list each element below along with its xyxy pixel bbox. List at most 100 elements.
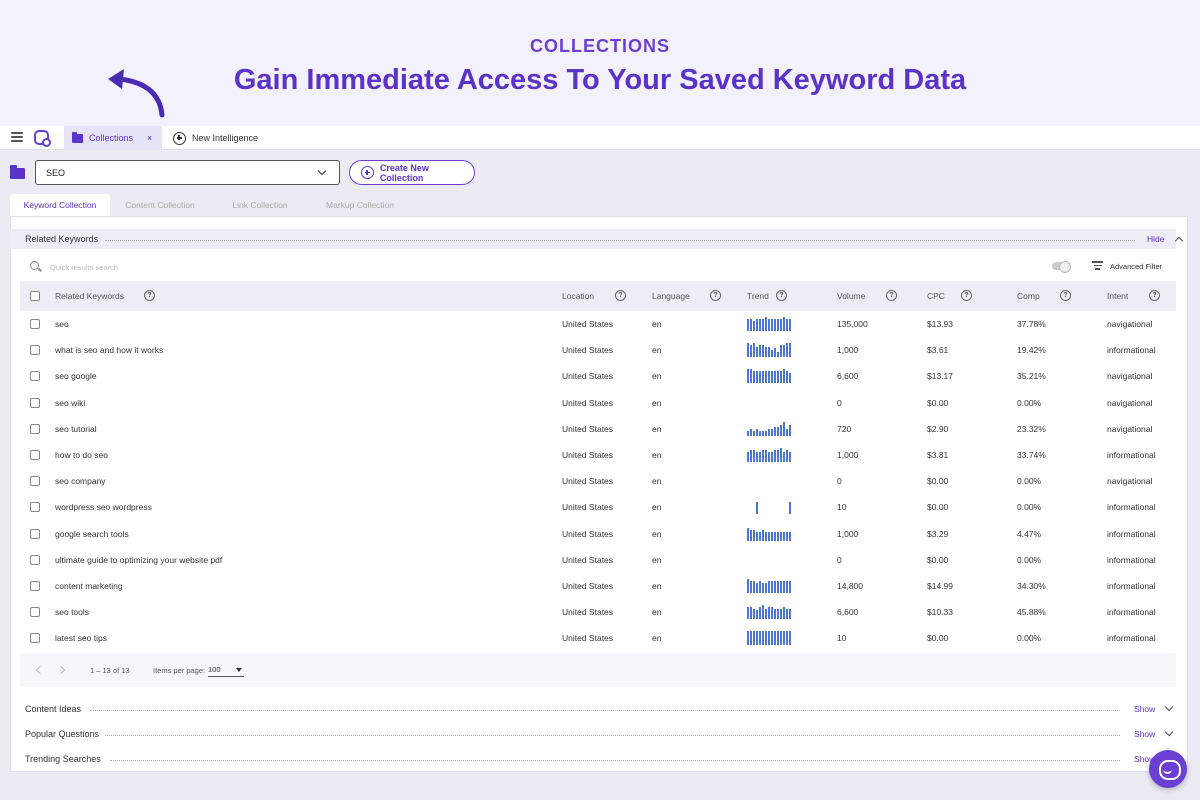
trend-bar [786, 428, 788, 436]
tab-keyword-collection[interactable]: Keyword Collection [10, 194, 110, 216]
table-row[interactable]: seo tools United States en 6,600 $10.33 45.88… [20, 599, 1176, 625]
trend-bar [759, 371, 761, 384]
trend-bar [768, 346, 770, 358]
row-checkbox[interactable] [30, 423, 40, 434]
row-checkbox[interactable] [30, 476, 40, 487]
table-row[interactable]: ultimate guide to optimizing your websit… [20, 547, 1176, 573]
chat-bubble-icon[interactable] [1149, 750, 1187, 788]
table-row[interactable]: content marketing United States en 14,800 $1… [20, 573, 1176, 599]
table-row[interactable]: latest seo tips United States en 10 $0.00 0.0… [20, 625, 1176, 651]
trend-bar [762, 605, 764, 620]
create-new-collection-button[interactable]: Create New Collection [349, 160, 475, 185]
trend-bar [765, 346, 767, 358]
column-header-cpc[interactable]: CPC [927, 291, 945, 301]
cell-location: United States [562, 607, 614, 618]
show-button[interactable]: Show [1134, 704, 1155, 714]
search-icon [30, 261, 39, 270]
help-icon[interactable]: ? [1060, 290, 1071, 301]
row-checkbox[interactable] [30, 450, 40, 460]
items-per-page-select[interactable]: 100 [208, 663, 244, 677]
column-header-volume[interactable]: Volume [837, 291, 865, 301]
row-checkbox[interactable] [30, 502, 40, 513]
hamburger-menu-icon[interactable] [11, 132, 23, 142]
table-row[interactable]: seo company United States en 0 $0.00 0.00% nav… [20, 468, 1176, 494]
help-icon[interactable]: ? [776, 290, 787, 301]
table-row[interactable]: how to do seo United States en 1,000 $3.81 33… [20, 442, 1176, 468]
cell-volume: 0 [837, 397, 842, 408]
cell-volume: 10 [837, 502, 847, 513]
next-page-icon[interactable] [56, 665, 66, 675]
trend-bar [765, 449, 767, 462]
advanced-filter-button[interactable]: Advanced Filter [1110, 262, 1162, 271]
row-checkbox[interactable] [30, 581, 40, 591]
table-row[interactable]: seo wiki United States en 0 $0.00 0.00% naviga… [20, 390, 1176, 416]
column-header-intent[interactable]: Intent [1107, 291, 1128, 301]
table-row[interactable]: google search tools United States en 1,000 $… [20, 521, 1176, 547]
trend-sparkline [747, 343, 793, 358]
row-checkbox[interactable] [30, 607, 40, 618]
trend-bar [786, 343, 788, 358]
trend-bar [750, 369, 752, 384]
tab-markup-collection[interactable]: Markup Collection [310, 194, 410, 216]
table-row[interactable]: seo United States en 135,000 $13.93 37.78% nav… [20, 311, 1176, 337]
help-icon[interactable]: ? [144, 290, 155, 301]
cell-volume: 720 [837, 423, 852, 434]
column-header-keyword[interactable]: Related Keywords [55, 291, 124, 301]
tab-link-collection[interactable]: Link Collection [210, 194, 310, 216]
filter-icon[interactable] [1092, 261, 1103, 270]
trend-bar [750, 318, 752, 331]
help-icon[interactable]: ? [886, 290, 897, 301]
chevron-down-icon[interactable] [1164, 727, 1174, 737]
table-row[interactable]: seo tutorial United States en 720 $2.90 23.32… [20, 416, 1176, 442]
cell-keyword: ultimate guide to optimizing your websit… [55, 554, 223, 565]
previous-page-icon[interactable] [35, 665, 45, 675]
help-icon[interactable]: ? [710, 290, 721, 301]
help-icon[interactable]: ? [961, 290, 972, 301]
trend-sparkline [747, 553, 793, 567]
tab-content-collection[interactable]: Content Collection [110, 194, 210, 216]
column-header-location[interactable]: Location [562, 291, 594, 301]
select-all-checkbox[interactable] [30, 291, 40, 301]
tab-new-intelligence[interactable]: New Intelligence [173, 126, 258, 150]
table-row[interactable]: wordpress seo wordpress United States en 10… [20, 494, 1176, 520]
row-checkbox[interactable] [30, 633, 40, 644]
row-checkbox[interactable] [30, 319, 40, 329]
column-header-comp[interactable]: Comp [1017, 291, 1040, 301]
cell-language: en [652, 397, 662, 408]
trend-bar [771, 631, 773, 646]
cell-keyword: content marketing [55, 581, 123, 591]
trend-bar [762, 318, 764, 331]
show-button[interactable]: Show [1134, 729, 1155, 739]
quick-search-input[interactable] [50, 259, 450, 275]
trend-bar [756, 610, 758, 620]
trend-sparkline [747, 448, 793, 462]
row-checkbox[interactable] [30, 397, 40, 408]
trend-bar [756, 502, 758, 515]
help-icon[interactable]: ? [615, 290, 626, 301]
cell-intent: informational [1107, 345, 1156, 356]
table-row[interactable]: what is seo and how it works United State… [20, 337, 1176, 363]
cell-cpc: $13.93 [927, 319, 953, 329]
row-checkbox[interactable] [30, 554, 40, 565]
collection-select[interactable]: SEO [35, 160, 340, 185]
cell-cpc: $13.17 [927, 371, 953, 382]
hide-button[interactable]: Hide [1147, 234, 1164, 244]
help-icon[interactable]: ? [1149, 290, 1160, 301]
trend-bar [780, 531, 782, 541]
trend-bar [756, 582, 758, 593]
chevron-down-icon[interactable] [1164, 702, 1174, 712]
cell-comp: 4.47% [1017, 528, 1042, 539]
trend-bar [777, 580, 779, 593]
trend-bar [783, 421, 785, 436]
hero-eyebrow: COLLECTIONS [530, 36, 670, 56]
column-header-trend[interactable]: Trend [747, 291, 769, 301]
column-header-language[interactable]: Language [652, 291, 690, 301]
row-checkbox[interactable] [30, 345, 40, 356]
row-checkbox[interactable] [30, 371, 40, 382]
close-tab-icon[interactable]: × [147, 133, 152, 143]
cell-location: United States [562, 371, 614, 382]
table-row[interactable]: seo google United States en 6,600 $13.17 35.2… [20, 363, 1176, 389]
filter-toggle[interactable] [1052, 261, 1071, 273]
app-logo-icon[interactable] [34, 130, 51, 147]
row-checkbox[interactable] [30, 528, 40, 539]
